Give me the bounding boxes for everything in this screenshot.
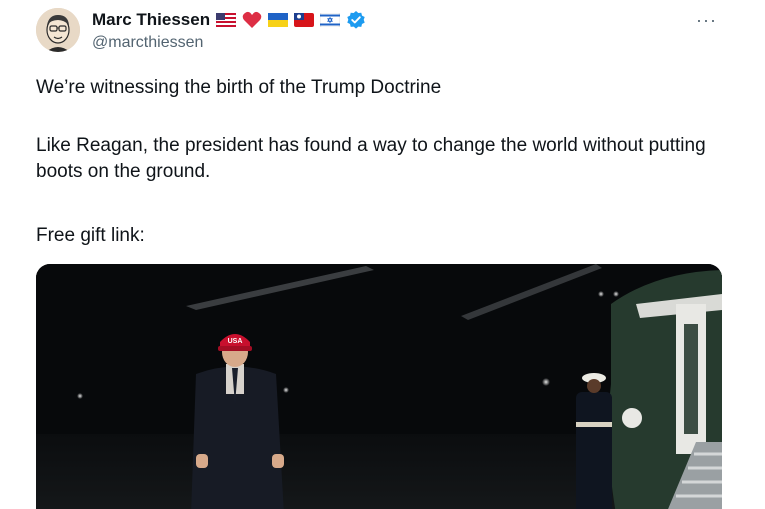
avatar[interactable] — [36, 8, 80, 52]
verified-badge-icon[interactable] — [346, 10, 366, 30]
author-block: Marc Thiessen @marcthiessen — [92, 10, 366, 52]
media-photo: USA — [36, 264, 722, 509]
tweet-text-line-3: Free gift link: — [36, 225, 145, 246]
red-heart-emoji — [242, 11, 262, 29]
author-name-row: Marc Thiessen — [92, 10, 366, 30]
tweet-media-image[interactable]: USA — [36, 264, 722, 509]
us-flag-emoji — [216, 13, 237, 27]
tweet: Marc Thiessen @marcthiessen ··· We’re wi… — [0, 0, 765, 509]
ukraine-flag-emoji — [268, 13, 289, 27]
author-name[interactable]: Marc Thiessen — [92, 10, 210, 30]
taiwan-flag-emoji — [294, 13, 315, 27]
hat-text: USA — [228, 338, 243, 345]
tweet-text-line-1: We’re witnessing the birth of the Trump … — [36, 77, 442, 98]
israel-flag-emoji — [320, 13, 341, 27]
author-handle[interactable]: @marcthiessen — [92, 34, 366, 52]
tweet-text-line-2: Like Reagan, the president has found a w… — [36, 135, 706, 182]
more-options-icon[interactable]: ··· — [696, 10, 717, 31]
